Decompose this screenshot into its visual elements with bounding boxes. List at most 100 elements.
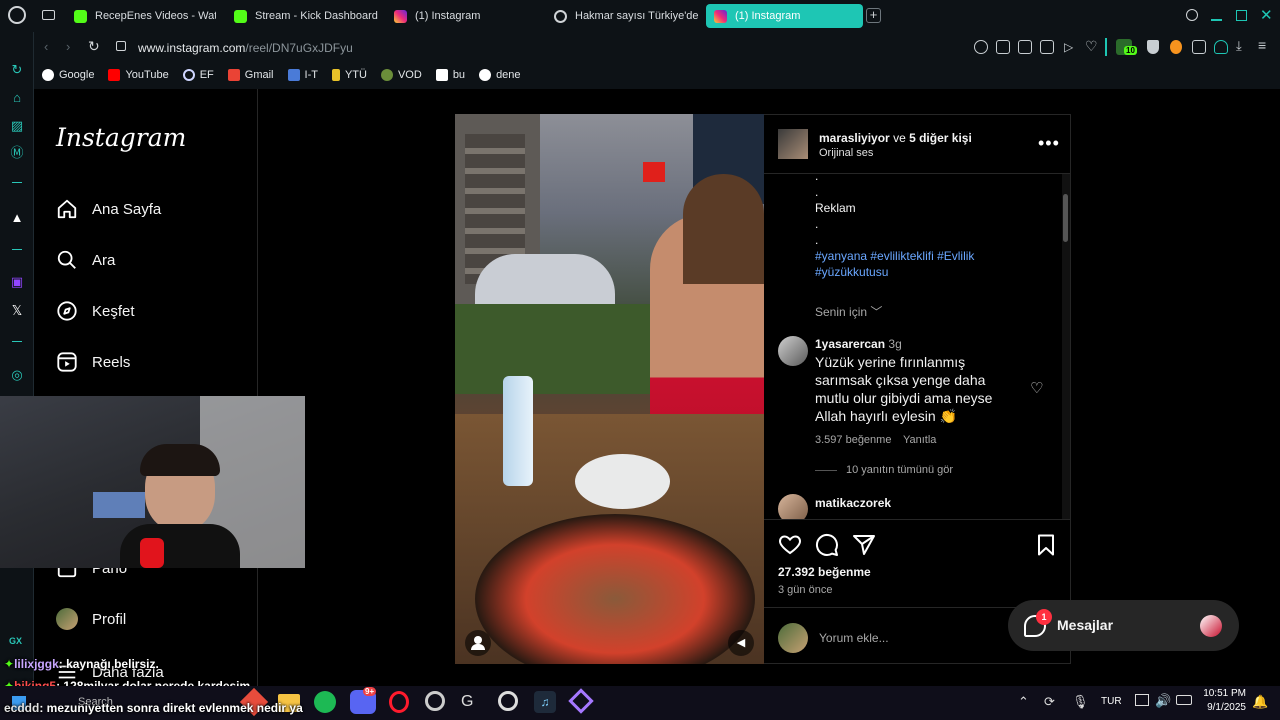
pin-icon[interactable] <box>996 40 1010 54</box>
microphone-icon[interactable]: 🎙 <box>1072 694 1089 710</box>
bookmark-bu[interactable]: bu <box>435 69 466 81</box>
nav-explore[interactable]: Keşfet <box>56 300 135 322</box>
comment-input[interactable]: Yorum ekle... <box>819 631 889 645</box>
app-purple-icon[interactable] <box>568 688 594 714</box>
tab-instagram-active[interactable]: (1) Instagram <box>706 4 863 28</box>
nav-home[interactable]: Ana Sayfa <box>56 198 161 220</box>
back-button[interactable]: ‹ <box>44 39 48 54</box>
shield-icon[interactable] <box>1147 40 1159 54</box>
opera-logo-icon[interactable] <box>8 6 26 24</box>
reload-button[interactable]: ↻ <box>88 38 100 55</box>
comments-scrollbar[interactable] <box>1062 174 1070 519</box>
twitch-icon[interactable]: ▣ <box>9 274 25 290</box>
hashtags[interactable]: #yüzükkutusu <box>815 264 974 280</box>
player-icon[interactable]: ◎ <box>9 367 25 383</box>
nav-search[interactable]: Ara <box>56 249 115 271</box>
tab-instagram-1[interactable]: (1) Instagram <box>386 4 536 28</box>
network-icon[interactable] <box>1135 694 1149 706</box>
commenter-avatar[interactable] <box>778 494 808 519</box>
battery-icon[interactable] <box>1176 695 1192 705</box>
comment-username[interactable]: matikaczorek <box>815 496 891 510</box>
mods-icon[interactable]: Ⓜ <box>9 145 25 161</box>
tab-hakmar[interactable]: Hakmar sayısı Türkiye'de <box>546 4 700 28</box>
clock-date[interactable]: 9/1/2025 <box>1200 702 1246 713</box>
comment-like-heart-icon[interactable]: ♡ <box>1030 379 1043 397</box>
nav-profile[interactable]: Profil <box>56 608 126 630</box>
tagged-people-button[interactable] <box>465 630 491 656</box>
scrollbar-thumb[interactable] <box>1063 194 1068 242</box>
bookmark-dene[interactable]: dene <box>479 69 521 81</box>
play-icon[interactable]: ▷ <box>1064 40 1073 54</box>
volume-icon[interactable]: 🔊 <box>1155 693 1171 709</box>
comments-scroll[interactable]: . . Reklam . . #yanyana #evlilikteklifi … <box>764 174 1070 519</box>
bookmark-label: bu <box>452 69 466 81</box>
mute-button[interactable]: ◀ <box>728 630 754 656</box>
aria-icon[interactable]: ▲ <box>9 210 25 226</box>
obs-icon[interactable] <box>498 691 518 711</box>
spotify-icon[interactable] <box>314 691 336 713</box>
audio-label[interactable]: Orijinal ses <box>819 147 873 159</box>
workspaces-icon[interactable]: ⌂ <box>9 90 25 106</box>
sync-icon[interactable]: ⟳ <box>1044 694 1055 710</box>
opera-gx-icon[interactable] <box>425 691 445 711</box>
commenter-avatar[interactable] <box>778 336 808 366</box>
collab-others[interactable]: 5 diğer kişi <box>909 131 972 145</box>
zoom-icon[interactable] <box>974 40 988 54</box>
audio-app-icon[interactable]: ♫ <box>534 691 556 713</box>
close-window-button[interactable]: ✕ <box>1260 6 1273 24</box>
tab-kick-dashboard[interactable]: Stream - Kick Dashboard <box>226 4 378 28</box>
minimize-button[interactable] <box>1211 19 1222 21</box>
author-username[interactable]: marasliyiyor <box>819 131 890 145</box>
heart-bookmark-icon[interactable]: ♡ <box>1085 38 1098 55</box>
more-options-icon[interactable]: ••• <box>1038 133 1060 154</box>
restore-button[interactable] <box>1236 10 1247 21</box>
clock-time[interactable]: 10:51 PM <box>1200 688 1246 699</box>
instagram-logo[interactable]: Instagram <box>56 123 186 152</box>
block-ads-icon[interactable] <box>1040 40 1054 54</box>
bookmark-youtube[interactable]: YouTube <box>108 69 169 81</box>
bookmark-i-t[interactable]: I-T <box>287 69 318 81</box>
bookmark-vod[interactable]: VOD <box>380 69 422 81</box>
author-avatar[interactable] <box>778 129 808 159</box>
tab-recepenes-videos[interactable]: RecepEnes Videos - Watc <box>66 4 216 28</box>
tray-chevron-up-icon[interactable]: ⌃ <box>1018 694 1029 710</box>
comment-bubble-icon[interactable] <box>815 533 839 557</box>
tab-islands-icon[interactable] <box>42 10 55 20</box>
opera-icon[interactable] <box>389 691 409 713</box>
google-icon <box>42 69 54 81</box>
extension-orange-icon[interactable] <box>1170 40 1182 54</box>
bookmark-google[interactable]: Google <box>42 69 94 81</box>
x-twitter-icon[interactable]: 𝕏 <box>9 303 25 319</box>
new-tab-button[interactable]: + <box>866 8 881 23</box>
for-you-dropdown[interactable]: Senin için ﹀ <box>815 303 882 320</box>
forward-button[interactable]: › <box>66 39 70 54</box>
wallpaper-icon[interactable]: ▨ <box>9 118 25 134</box>
download-icon[interactable]: ⤓ <box>1236 38 1242 54</box>
easy-setup-menu-icon[interactable]: ≡ <box>1258 37 1266 53</box>
profile-icon[interactable] <box>1214 40 1228 54</box>
bookmark-ef[interactable]: EF <box>182 69 214 81</box>
lock-icon[interactable] <box>116 41 126 51</box>
history-icon[interactable]: ↻ <box>9 62 25 78</box>
notifications-icon[interactable]: 🔔 <box>1252 694 1268 710</box>
snapshot-icon[interactable] <box>1018 40 1032 54</box>
language-indicator[interactable]: TUR <box>1101 696 1122 707</box>
save-bookmark-icon[interactable] <box>1034 533 1058 557</box>
messages-button[interactable]: 1 Mesajlar <box>1008 600 1239 651</box>
search-tabs-icon[interactable] <box>1186 9 1198 21</box>
reel-video[interactable]: ◀ <box>455 114 764 664</box>
extensions-puzzle-icon[interactable] <box>1192 40 1206 54</box>
view-replies-button[interactable]: 10 yanıtın tümünü gör <box>846 464 953 476</box>
likes-count[interactable]: 27.392 beğenme <box>778 565 871 579</box>
nav-reels[interactable]: Reels <box>56 351 130 373</box>
like-heart-icon[interactable] <box>778 533 802 557</box>
hashtags[interactable]: #yanyana #evlilikteklifi #Evlilik <box>815 248 974 264</box>
reply-button[interactable]: Yanıtla <box>903 434 936 446</box>
share-paper-plane-icon[interactable] <box>852 533 876 557</box>
comment-likes[interactable]: 3.597 beğenme <box>815 434 891 446</box>
bookmark-ytu[interactable]: YTÜ <box>331 69 367 81</box>
url-field[interactable]: www.instagram.com/reel/DN7uGxJDFyu <box>138 41 353 55</box>
bookmark-gmail[interactable]: Gmail <box>227 69 274 81</box>
comment-username[interactable]: 1yasarercan <box>815 337 885 351</box>
app-g-icon[interactable]: G <box>461 693 473 711</box>
